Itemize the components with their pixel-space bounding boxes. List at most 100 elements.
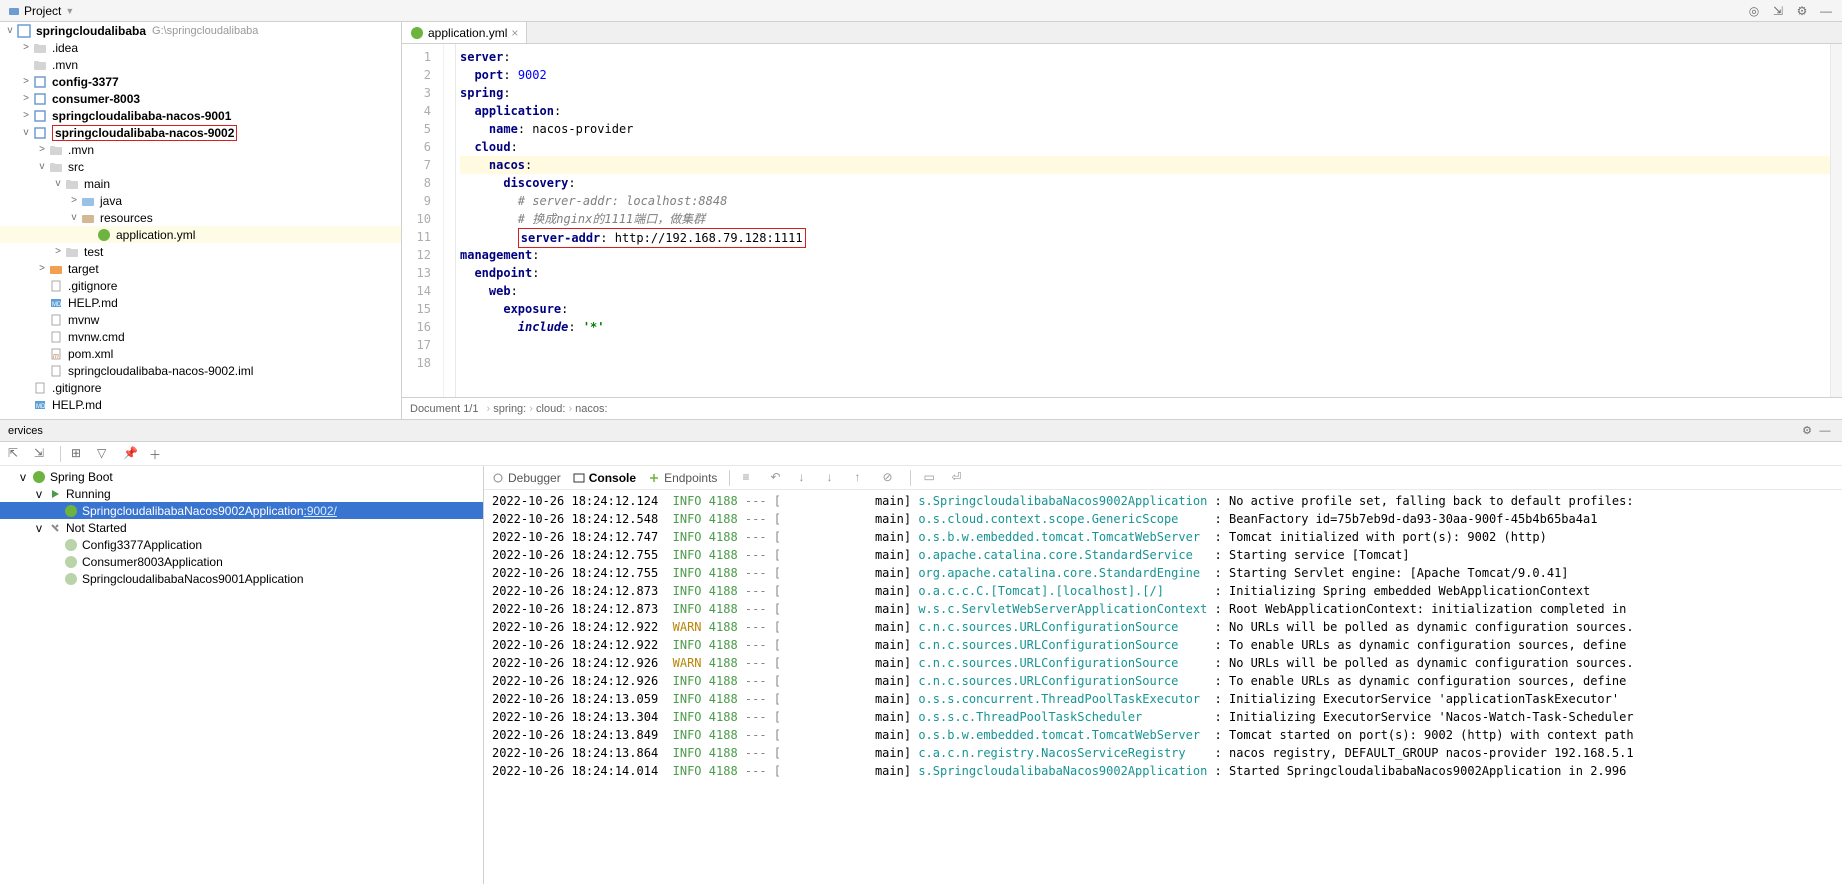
minimap <box>1830 44 1842 397</box>
group-icon[interactable]: ⊞ <box>71 446 87 462</box>
minimize-icon[interactable]: — <box>1818 3 1834 19</box>
up-icon[interactable]: ↶ <box>770 470 786 486</box>
svg-text:MD: MD <box>52 302 62 308</box>
tree-item[interactable]: >springcloudalibaba-nacos-9001 <box>0 107 401 124</box>
log-line: 2022-10-26 18:24:12.124 INFO 4188 --- [ … <box>492 492 1834 510</box>
tree-item-label: target <box>68 262 99 276</box>
services-item-label: SpringcloudalibabaNacos9002Application <box>82 504 304 518</box>
project-label-text: Project <box>24 4 61 18</box>
spring-off-icon <box>64 555 78 569</box>
services-item[interactable]: SpringcloudalibabaNacos9001Application <box>0 570 483 587</box>
tree-item[interactable]: MDHELP.md <box>0 396 401 413</box>
tree-item[interactable]: mvnw.cmd <box>0 328 401 345</box>
project-dropdown[interactable]: Project ▼ <box>0 4 82 18</box>
tree-item[interactable]: application.yml <box>0 226 401 243</box>
collapse-all-icon[interactable]: ⇲ <box>1770 3 1786 19</box>
tree-item[interactable]: >consumer-8003 <box>0 90 401 107</box>
services-item-label: Running <box>66 487 111 501</box>
target-icon[interactable]: ◎ <box>1746 3 1762 19</box>
tab-endpoints[interactable]: Endpoints <box>648 471 717 485</box>
tree-item-label: consumer-8003 <box>52 92 140 106</box>
editor-body[interactable]: 123456789101112131415161718 server: port… <box>402 44 1842 397</box>
breadcrumb-part[interactable]: cloud: <box>536 403 565 415</box>
filter-icon[interactable]: ▽ <box>97 446 113 462</box>
project-root[interactable]: v springcloudalibaba G:\springcloudaliba… <box>0 22 401 39</box>
collapse-icon[interactable]: ⇲ <box>34 446 50 462</box>
up2-icon[interactable]: ↑ <box>854 470 870 486</box>
log-line: 2022-10-26 18:24:12.755 INFO 4188 --- [ … <box>492 564 1834 582</box>
tree-item[interactable]: >config-3377 <box>0 73 401 90</box>
services-item[interactable]: vNot Started <box>0 519 483 536</box>
file-icon <box>48 278 64 294</box>
tree-item-label: config-3377 <box>52 75 119 89</box>
tree-item[interactable]: MD HELP.md <box>0 294 401 311</box>
project-tree[interactable]: v springcloudalibaba G:\springcloudaliba… <box>0 22 402 419</box>
separator <box>60 446 61 462</box>
tree-item[interactable]: vresources <box>0 209 401 226</box>
tree-item[interactable]: >java <box>0 192 401 209</box>
tree-item-label: HELP.md <box>68 296 118 310</box>
console-output[interactable]: 2022-10-26 18:24:12.124 INFO 4188 --- [ … <box>484 490 1842 884</box>
tree-item-label: java <box>100 194 122 208</box>
file-icon <box>48 363 64 379</box>
tree-item[interactable]: .gitignore <box>0 379 401 396</box>
tab-console[interactable]: Console <box>573 471 636 485</box>
code-area[interactable]: server: port: 9002spring: application: n… <box>456 44 1830 397</box>
endpoints-icon <box>648 472 660 484</box>
tree-item-label: mvnw <box>68 313 99 327</box>
services-item-label: Spring Boot <box>50 470 113 484</box>
log-line: 2022-10-26 18:24:12.755 INFO 4188 --- [ … <box>492 546 1834 564</box>
tree-item-label: src <box>68 160 84 174</box>
tree-item[interactable]: mpom.xml <box>0 345 401 362</box>
yml-icon <box>410 26 424 40</box>
tree-item[interactable]: >test <box>0 243 401 260</box>
minimize-icon[interactable]: — <box>1816 422 1834 440</box>
top-toolbar: Project ▼ ◎ ⇲ ⚙ — <box>0 0 1842 22</box>
services-item[interactable]: SpringcloudalibabaNacos9002Application :… <box>0 502 483 519</box>
services-item[interactable]: vSpring Boot <box>0 468 483 485</box>
expand-icon[interactable]: ⇱ <box>8 446 24 462</box>
services-item-label: Consumer8003Application <box>82 555 223 569</box>
services-item[interactable]: vRunning <box>0 485 483 502</box>
folder-icon <box>48 159 64 175</box>
tree-item[interactable]: vmain <box>0 175 401 192</box>
down-icon[interactable]: ↓ <box>798 470 814 486</box>
tab-debugger[interactable]: Debugger <box>492 471 561 485</box>
add-icon[interactable]: ＋ <box>149 446 165 462</box>
log-line: 2022-10-26 18:24:12.922 INFO 4188 --- [ … <box>492 636 1834 654</box>
tree-item[interactable]: >.mvn <box>0 141 401 158</box>
file-icon <box>32 380 48 396</box>
tree-item[interactable]: >target <box>0 260 401 277</box>
clear-icon[interactable]: ⊘ <box>882 470 898 486</box>
console-icon <box>573 472 585 484</box>
tree-item[interactable]: vspringcloudalibaba-nacos-9002 <box>0 124 401 141</box>
tree-item-label: main <box>84 177 110 191</box>
scroll-end-icon[interactable]: ≡ <box>742 470 758 486</box>
log-line: 2022-10-26 18:24:12.873 INFO 4188 --- [ … <box>492 600 1834 618</box>
chevron-down-icon: ▼ <box>65 6 74 16</box>
tree-item[interactable]: mvnw <box>0 311 401 328</box>
tree-item-label: .mvn <box>68 143 94 157</box>
close-icon[interactable]: × <box>511 26 518 40</box>
gear-icon[interactable]: ⚙ <box>1794 3 1810 19</box>
gear-icon[interactable]: ⚙ <box>1798 422 1816 440</box>
layout-icon[interactable]: ▭ <box>923 470 939 486</box>
pin-icon[interactable]: 📌 <box>123 446 139 462</box>
module-icon <box>32 108 48 124</box>
log-line: 2022-10-26 18:24:13.059 INFO 4188 --- [ … <box>492 690 1834 708</box>
services-item[interactable]: Consumer8003Application <box>0 553 483 570</box>
tree-item[interactable]: vsrc <box>0 158 401 175</box>
breadcrumb-part[interactable]: spring: <box>493 403 526 415</box>
tree-item[interactable]: .mvn <box>0 56 401 73</box>
services-item-port[interactable]: :9002/ <box>304 504 337 518</box>
tree-item[interactable]: >.idea <box>0 39 401 56</box>
services-tree[interactable]: vSpring BootvRunningSpringcloudalibabaNa… <box>0 466 484 884</box>
tree-item[interactable]: springcloudalibaba-nacos-9002.iml <box>0 362 401 379</box>
editor-tab-application-yml[interactable]: application.yml × <box>402 22 527 43</box>
breadcrumb-part[interactable]: nacos: <box>575 403 607 415</box>
services-item[interactable]: Config3377Application <box>0 536 483 553</box>
tree-item[interactable]: .gitignore <box>0 277 401 294</box>
module-icon <box>32 91 48 107</box>
softwrap-icon[interactable]: ⏎ <box>951 470 967 486</box>
down2-icon[interactable]: ↓ <box>826 470 842 486</box>
